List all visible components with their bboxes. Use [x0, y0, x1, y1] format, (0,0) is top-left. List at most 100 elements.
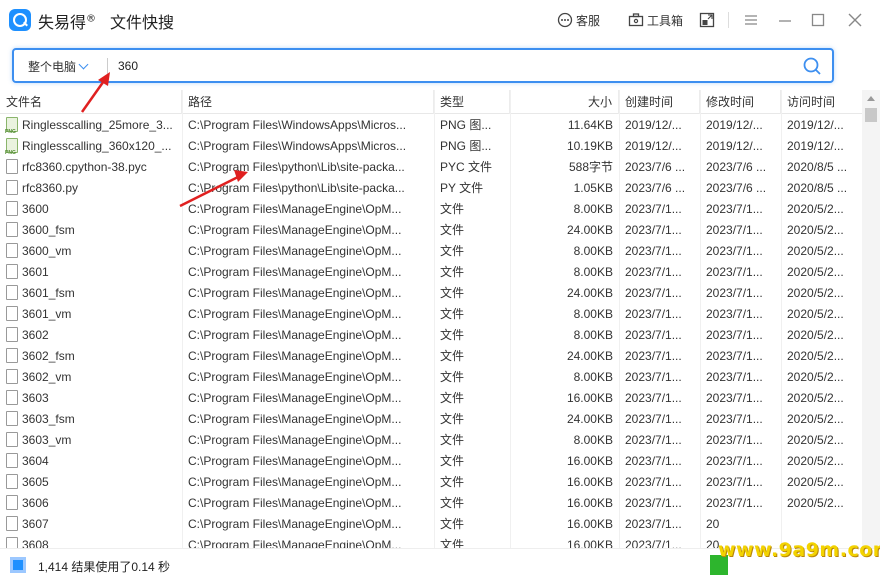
cell-path: C:\Program Files\ManageEngine\OpM... — [188, 433, 402, 447]
cell-accessed: 2020/8/5 ... — [787, 160, 848, 174]
table-row[interactable]: Ringlesscalling_25more_3... C:\Program Fi… — [0, 115, 862, 136]
customer-service-button[interactable]: 客服 — [557, 10, 600, 30]
cell-type: 文件 — [440, 475, 465, 489]
cell-size: 16.00KB — [566, 496, 613, 510]
table-row[interactable]: 3607 C:\Program Files\ManageEngine\OpM...… — [0, 514, 862, 535]
chevron-down-icon — [78, 59, 89, 70]
toolbox-icon — [628, 13, 644, 27]
column-header-type[interactable]: 类型 — [434, 90, 510, 114]
cell-size: 8.00KB — [573, 370, 613, 384]
column-header-created[interactable]: 创建时间 — [619, 90, 700, 114]
title-bar: 失易得® 文件快搜 客服 工具箱 — [0, 0, 880, 40]
cell-path: C:\Program Files\ManageEngine\OpM... — [188, 391, 402, 405]
cell-modified: 2023/7/1... — [706, 433, 763, 447]
table-row[interactable]: 3603_vm C:\Program Files\ManageEngine\OpM… — [0, 430, 862, 451]
scrollbar-thumb[interactable] — [865, 108, 877, 122]
cell-size: 11.64KB — [567, 118, 613, 132]
cell-path: C:\Program Files\WindowsApps\Micros... — [188, 139, 407, 153]
watermark-text: www.9a9m.com — [718, 539, 880, 561]
column-header-path[interactable]: 路径 — [182, 90, 434, 114]
cell-name: 3607 — [0, 514, 182, 535]
cell-path: C:\Program Files\WindowsApps\Micros... — [188, 118, 407, 132]
results-table: 文件名 路径 类型 大小 创建时间 修改时间 访问时间 Ringlesscall… — [0, 90, 862, 548]
scroll-up-arrow-icon[interactable] — [867, 96, 875, 101]
table-body: Ringlesscalling_25more_3... C:\Program Fi… — [0, 115, 862, 548]
cell-path: C:\Program Files\ManageEngine\OpM... — [188, 265, 402, 279]
cell-accessed — [781, 514, 862, 535]
table-row[interactable]: rfc8360.py C:\Program Files\python\Lib\si… — [0, 178, 862, 199]
table-row[interactable]: 3600_fsm C:\Program Files\ManageEngine\Op… — [0, 220, 862, 241]
cell-accessed: 2020/5/2... — [787, 412, 844, 426]
column-header-modified[interactable]: 修改时间 — [700, 90, 781, 114]
cell-type: 文件 — [440, 433, 465, 447]
file-icon — [6, 411, 18, 426]
search-icon[interactable] — [802, 56, 822, 76]
cell-created: 2019/12/... — [625, 118, 682, 132]
minimize-button[interactable] — [775, 10, 795, 30]
cell-modified: 2023/7/1... — [706, 391, 763, 405]
cell-path: C:\Program Files\ManageEngine\OpM... — [188, 307, 402, 321]
cell-modified: 2023/7/1... — [706, 454, 763, 468]
cell-modified: 2023/7/1... — [706, 349, 763, 363]
cell-accessed: 2020/5/2... — [787, 391, 844, 405]
file-name: rfc8360.py — [22, 181, 79, 195]
cell-type: 文件 — [440, 265, 465, 279]
toolbox-button[interactable]: 工具箱 — [628, 10, 683, 30]
search-bar: 整个电脑 — [12, 48, 834, 83]
mini-mode-button[interactable] — [699, 10, 718, 30]
cell-size: 1.05KB — [573, 181, 613, 195]
file-name: 3603 — [22, 391, 49, 405]
table-row[interactable]: 3603 C:\Program Files\ManageEngine\OpM...… — [0, 388, 862, 409]
table-row[interactable]: 3602_vm C:\Program Files\ManageEngine\OpM… — [0, 367, 862, 388]
table-row[interactable]: Ringlesscalling_360x120_... C:\Program Fi… — [0, 136, 862, 157]
cell-created: 2023/7/6 ... — [625, 181, 686, 195]
table-row[interactable]: 3600 C:\Program Files\ManageEngine\OpM...… — [0, 199, 862, 220]
cell-modified: 2023/7/1... — [706, 496, 763, 510]
cell-created: 2023/7/1... — [625, 454, 682, 468]
cell-modified: 2023/7/1... — [706, 475, 763, 489]
cell-modified: 2023/7/1... — [706, 286, 763, 300]
cell-name: 3603 — [0, 388, 182, 409]
cell-accessed: 2020/5/2... — [787, 307, 844, 321]
search-input[interactable] — [118, 56, 778, 76]
cell-path: C:\Program Files\ManageEngine\OpM... — [188, 454, 402, 468]
menu-button[interactable] — [741, 10, 761, 30]
file-icon — [6, 369, 18, 384]
search-scope-dropdown[interactable]: 整个电脑 — [28, 58, 89, 75]
cell-modified: 2023/7/1... — [706, 265, 763, 279]
cell-path: C:\Program Files\ManageEngine\OpM... — [188, 223, 402, 237]
cell-created: 2019/12/... — [625, 139, 682, 153]
column-header-size[interactable]: 大小 — [510, 90, 619, 114]
table-row[interactable]: 3602_fsm C:\Program Files\ManageEngine\Op… — [0, 346, 862, 367]
table-row[interactable]: 3601 C:\Program Files\ManageEngine\OpM...… — [0, 262, 862, 283]
cell-type: 文件 — [440, 307, 465, 321]
cell-accessed: 2020/5/2... — [787, 433, 844, 447]
cell-path: C:\Program Files\ManageEngine\OpM... — [188, 244, 402, 258]
vertical-scrollbar[interactable] — [862, 90, 880, 548]
cell-type: 文件 — [440, 454, 465, 468]
cell-accessed: 2020/5/2... — [787, 265, 844, 279]
cell-size: 16.00KB — [566, 454, 613, 468]
column-header-accessed[interactable]: 访问时间 — [781, 90, 862, 114]
table-row[interactable]: 3606 C:\Program Files\ManageEngine\OpM...… — [0, 493, 862, 514]
table-row[interactable]: rfc8360.cpython-38.pyc C:\Program Files\p… — [0, 157, 862, 178]
maximize-button[interactable] — [808, 10, 828, 30]
cell-name: 3600_vm — [0, 241, 182, 262]
table-row[interactable]: 3604 C:\Program Files\ManageEngine\OpM...… — [0, 451, 862, 472]
close-button[interactable] — [845, 10, 865, 30]
file-name: 3600_fsm — [22, 223, 75, 237]
file-name: rfc8360.cpython-38.pyc — [22, 160, 147, 174]
table-row[interactable]: 3601_vm C:\Program Files\ManageEngine\OpM… — [0, 304, 862, 325]
table-row[interactable]: 3601_fsm C:\Program Files\ManageEngine\Op… — [0, 283, 862, 304]
table-row[interactable]: 3600_vm C:\Program Files\ManageEngine\OpM… — [0, 241, 862, 262]
table-row[interactable]: 3602 C:\Program Files\ManageEngine\OpM...… — [0, 325, 862, 346]
file-icon — [6, 516, 18, 531]
cell-created: 2023/7/1... — [625, 433, 682, 447]
cell-size: 8.00KB — [573, 244, 613, 258]
table-row[interactable]: 3603_fsm C:\Program Files\ManageEngine\Op… — [0, 409, 862, 430]
column-header-name[interactable]: 文件名 — [0, 90, 182, 114]
search-scope-divider — [107, 58, 108, 74]
table-row[interactable]: 3605 C:\Program Files\ManageEngine\OpM...… — [0, 472, 862, 493]
cell-created: 2023/7/1... — [625, 391, 682, 405]
app-name-text: 失易得 — [38, 13, 87, 32]
